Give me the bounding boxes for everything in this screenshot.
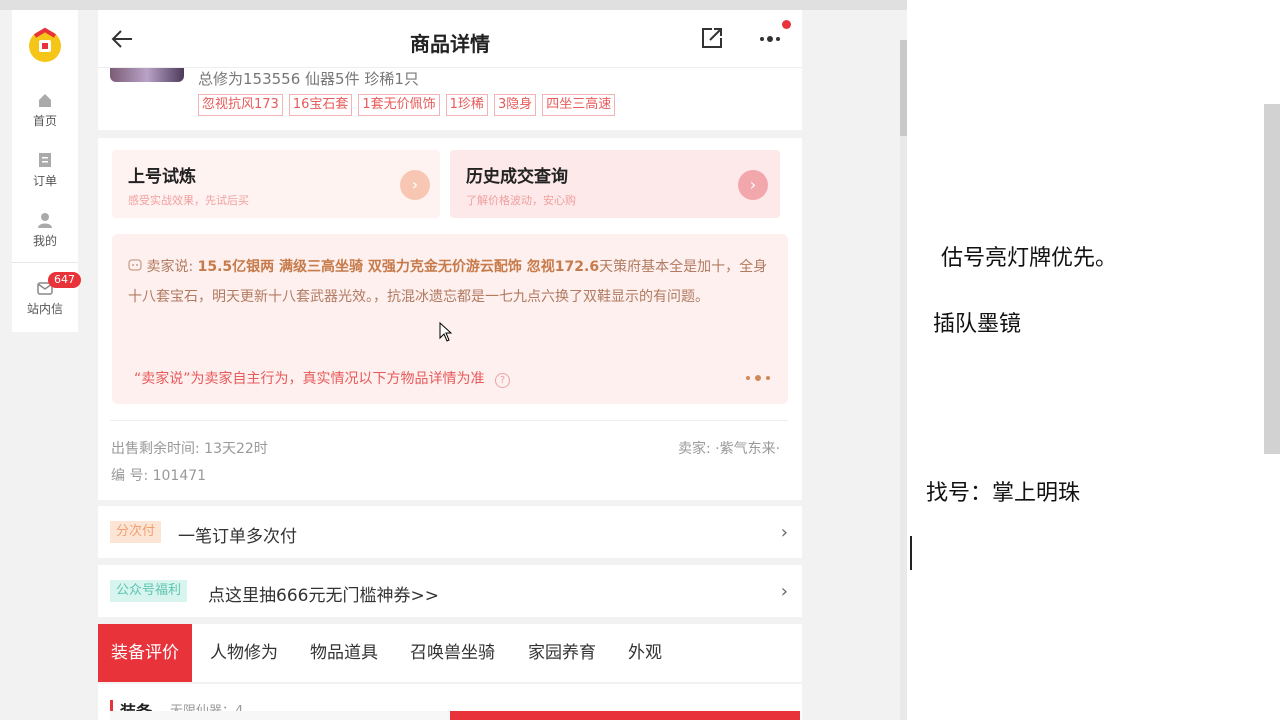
- trial-play-title: 上号试炼: [128, 167, 196, 187]
- more-options-icon[interactable]: [758, 32, 786, 46]
- order-icon: [39, 153, 51, 167]
- sidebar-item-label: 订单: [32, 174, 57, 188]
- installment-chip: 分次付: [110, 521, 162, 543]
- wechat-benefit-chip: 公众号福利: [110, 580, 188, 602]
- seller-disclaimer-text: “卖家说”为卖家自主行为，真实情况以下方物品详情为准: [134, 371, 485, 387]
- tab-character-cultivation[interactable]: 人物修为: [210, 624, 278, 682]
- sidebar-item-label: 站内信: [26, 302, 63, 316]
- history-deal-card[interactable]: 历史成交查询 了解价格波动，安心购 ›: [450, 150, 780, 218]
- text-caret: [910, 536, 912, 570]
- chevron-right-icon: ›: [400, 170, 430, 200]
- notes-scrollbar[interactable]: [1264, 104, 1280, 454]
- notification-dot: [782, 20, 791, 29]
- seller-name: 卖家: ·紫气东来·: [678, 441, 781, 457]
- product-tag: 1套无价佩饰: [358, 94, 440, 116]
- notes-pane[interactable]: 估号亮灯牌优先。 插队墨镜 找号：掌上明珠: [907, 0, 1280, 720]
- tab-home[interactable]: 家园养育: [528, 624, 596, 682]
- history-deal-title: 历史成交查询: [466, 167, 568, 187]
- installment-text: 一笔订单多次付: [178, 527, 297, 547]
- note-line: 插队墨镜: [933, 312, 1022, 337]
- note-line: 找号：掌上明珠: [926, 481, 1081, 506]
- top-navigation-bar: 商品详情: [98, 10, 802, 68]
- bottom-gray-bar: [110, 711, 450, 720]
- chevron-right-icon: ›: [738, 170, 768, 200]
- home-icon: [39, 94, 51, 107]
- sidebar-item-mine[interactable]: 我的: [12, 212, 78, 249]
- seller-disclaimer: “卖家说”为卖家自主行为，真实情况以下方物品详情为准 ?: [134, 368, 510, 388]
- installment-pay-row[interactable]: 分次付 一笔订单多次付 ›: [98, 506, 802, 558]
- product-summary: 总修为153556 仙器5件 珍稀1只: [198, 70, 419, 88]
- sidebar-item-label: 我的: [32, 234, 57, 248]
- product-tag: 四坐三高速: [542, 94, 616, 116]
- page-scrollbar[interactable]: [900, 40, 907, 720]
- seller-says-text: 卖家说: 15.5亿银两 满级三高坐骑 双强力克金无价游云配饰 忽视172.6天…: [128, 252, 778, 312]
- product-tag: 1珍稀: [445, 94, 488, 116]
- share-icon[interactable]: [700, 26, 724, 50]
- chat-icon: [128, 259, 142, 271]
- character-avatar: [110, 68, 184, 82]
- tab-appearance[interactable]: 外观: [628, 624, 662, 682]
- sidebar-item-orders[interactable]: 订单: [12, 152, 78, 189]
- wechat-benefit-row[interactable]: 公众号福利 点这里抽666元无门槛神券>> ›: [98, 565, 802, 617]
- listing-number: 编 号: 101471: [111, 468, 207, 484]
- sidebar-item-label: 首页: [32, 114, 57, 128]
- product-tags: 忽视抗风173 16宝石套 1套无价佩饰 1珍稀 3隐身 四坐三高速: [198, 94, 616, 116]
- product-tag: 16宝石套: [288, 94, 353, 116]
- page-title: 商品详情: [410, 32, 490, 56]
- tab-items[interactable]: 物品道具: [310, 624, 378, 682]
- history-deal-subtitle: 了解价格波动，安心购: [466, 194, 576, 207]
- wechat-benefit-text: 点这里抽666元无门槛神券>>: [208, 586, 439, 606]
- trial-play-subtitle: 感受实战效果，先试后买: [128, 194, 249, 207]
- left-sidebar: 首页 订单 我的 站内信 647: [12, 10, 81, 332]
- help-icon[interactable]: ?: [494, 373, 510, 388]
- page-scrollbar-thumb[interactable]: [900, 40, 907, 136]
- product-tag: 忽视抗风173: [198, 94, 283, 116]
- note-line: 估号亮灯牌优先。: [941, 246, 1118, 271]
- seller-says-box: 卖家说: 15.5亿银两 满级三高坐骑 双强力克金无价游云配饰 忽视172.6天…: [112, 234, 788, 404]
- app-logo-icon[interactable]: [25, 24, 65, 64]
- chevron-right-icon: ›: [780, 581, 788, 602]
- sidebar-item-home[interactable]: 首页: [12, 92, 78, 129]
- buy-button[interactable]: [450, 711, 800, 720]
- tab-equipment-rating[interactable]: 装备评价: [98, 624, 192, 682]
- divider: [110, 420, 788, 421]
- sidebar-divider: [12, 262, 78, 263]
- chevron-right-icon: ›: [780, 522, 788, 543]
- trial-play-card[interactable]: 上号试炼 感受实战效果，先试后买 ›: [112, 150, 440, 218]
- mouse-cursor-icon: [439, 322, 452, 342]
- seller-says-highlight: 15.5亿银两 满级三高坐骑 双强力克金无价游云配饰 忽视172.6: [197, 259, 600, 275]
- tab-summons-mounts[interactable]: 召唤兽坐骑: [410, 624, 495, 682]
- product-tag: 3隐身: [493, 94, 537, 116]
- time-left: 出售剩余时间: 13天22时: [111, 441, 268, 457]
- user-icon: [38, 213, 52, 228]
- expand-dots-icon[interactable]: [744, 372, 774, 384]
- seller-says-label: 卖家说:: [146, 259, 194, 275]
- detail-tabs: 装备评价 人物修为 物品道具 召唤兽坐骑 家园养育 外观: [98, 624, 802, 682]
- message-count-badge: 647: [48, 272, 81, 288]
